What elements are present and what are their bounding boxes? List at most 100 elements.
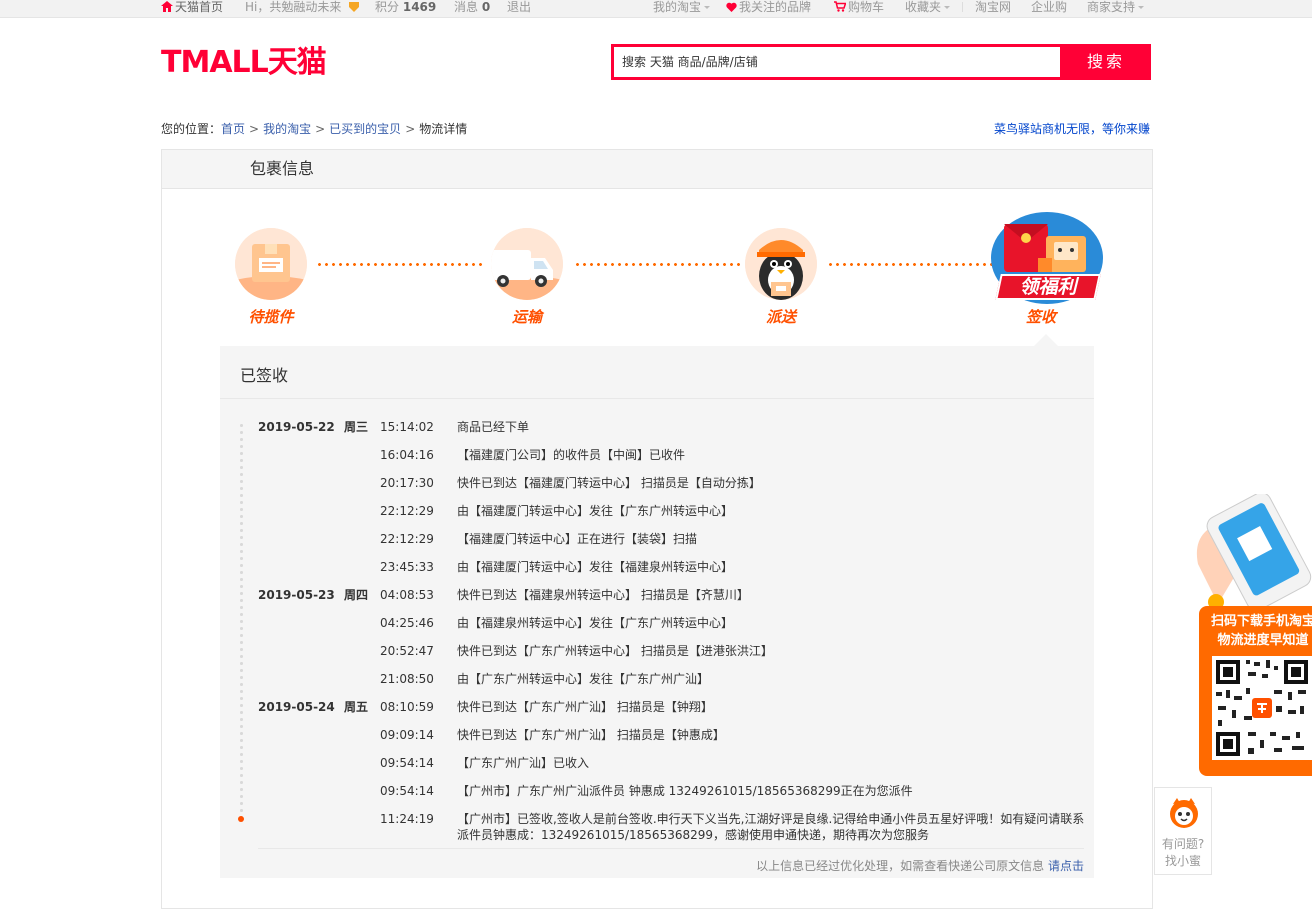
user-greeting[interactable]: Hi，共勉融动未来 — [245, 0, 362, 14]
app-download-promo[interactable]: 扫码下载手机淘宝 物流进度早知道 — [1188, 494, 1312, 778]
tracking-time: 09:09:14 — [380, 728, 434, 742]
favorites-menu[interactable]: 收藏夹 — [905, 0, 951, 14]
tracking-description: 由【福建泉州转运中心】发往【广东广州转运中心】 — [457, 616, 734, 630]
tracking-time: 11:24:19 — [380, 812, 434, 826]
points-link[interactable]: 积分 1469 — [375, 0, 436, 14]
tracking-description: 商品已经下单 — [457, 420, 530, 434]
tracking-date: 2019-05-22 — [258, 420, 335, 434]
tracking-time: 20:52:47 — [380, 644, 434, 658]
breadcrumb-my-taobao[interactable]: 我的淘宝 — [263, 122, 311, 136]
promo-text: 扫码下载手机淘宝 物流进度早知道 — [1203, 612, 1312, 650]
qr-code — [1212, 656, 1312, 760]
active-step-pointer — [1034, 334, 1058, 346]
tracking-time: 22:12:29 — [380, 504, 434, 518]
cart-label: 购物车 — [848, 0, 885, 14]
cainiao-ad-link[interactable]: 菜鸟驿站商机无限，等你来赚 — [994, 120, 1150, 137]
tmall-logo-graphic: TMALL天猫 — [161, 45, 327, 80]
tracking-description: 【福建厦门公司】的收件员【中闽】已收件 — [457, 448, 686, 462]
search-box — [611, 44, 1063, 80]
breadcrumb-current: 物流详情 — [419, 122, 468, 136]
tracking-weekday: 周三 — [344, 420, 369, 434]
step-label-pending-pickup: 待揽件 — [248, 308, 294, 326]
messages-count: 0 — [481, 0, 491, 14]
tracking-time: 04:08:53 — [380, 588, 434, 602]
step-signed-icon[interactable]: 领福利 — [990, 212, 1106, 306]
messages-label: 消息 — [454, 0, 479, 14]
taobao-link[interactable]: 淘宝网 — [975, 0, 1011, 14]
breadcrumb-prefix: 您的位置： — [161, 122, 222, 136]
tracking-description: 快件已到达【广东广州广汕】 扫描员是【钟惠成】 — [457, 728, 725, 742]
merchant-support-menu[interactable]: 商家支持 — [1087, 0, 1145, 14]
search-button[interactable]: 搜索 — [1061, 44, 1151, 80]
tracking-description: 【广州市】已签收,签收人是前台签收.申行天下义当先,江湖好评是良缘.记得给申通小… — [457, 812, 1085, 842]
points-value: 1469 — [402, 0, 437, 14]
tracking-footer: 以上信息已经过优化处理，如需查看快递公司原文信息 请点击 — [756, 857, 1084, 874]
tracking-description: 快件已到达【广东广州广汕】 扫描员是【钟翔】 — [457, 700, 713, 714]
tracking-time: 09:54:14 — [380, 784, 434, 798]
tracking-status: 已签收 — [240, 366, 289, 385]
step-transport-icon — [491, 228, 563, 300]
tracking-description: 快件已到达【广东广州转运中心】 扫描员是【进港张洪江】 — [457, 644, 773, 658]
cart-link[interactable]: 购物车 — [834, 0, 884, 14]
tracking-description: 由【广东广州转运中心】发往【广东广州广汕】 — [457, 672, 710, 686]
promo-card: 扫码下载手机淘宝 物流进度早知道 — [1199, 606, 1312, 776]
step-pending-pickup-icon — [235, 228, 307, 300]
chevron-down-icon — [1138, 6, 1145, 9]
merchant-support-label: 商家支持 — [1087, 0, 1136, 14]
divider — [258, 848, 1084, 849]
home-link[interactable]: 天猫首页 — [161, 0, 223, 14]
tracking-time: 09:54:14 — [380, 756, 434, 770]
my-taobao-menu[interactable]: 我的淘宝 — [653, 0, 711, 14]
tracking-time: 20:17:30 — [380, 476, 434, 490]
tracking-date: 2019-05-24 — [258, 700, 335, 714]
search-bar: 搜索 — [611, 44, 1151, 80]
tracking-footer-text: 以上信息已经过优化处理，如需查看快递公司原文信息 — [756, 859, 1045, 873]
logout-link[interactable]: 退出 — [507, 0, 531, 14]
breadcrumb-separator: > — [315, 122, 326, 136]
current-status-dot — [238, 816, 244, 822]
tracking-time: 23:45:33 — [380, 560, 434, 574]
top-nav-bar: 天猫首页 Hi，共勉融动未来 积分 1469 消息 0 退出 我的淘宝 我关注的… — [0, 0, 1312, 18]
help-text: 有问题? 找小蜜 — [1155, 836, 1211, 870]
phone-hand-icon — [1196, 494, 1312, 611]
original-info-link[interactable]: 请点击 — [1048, 859, 1084, 873]
tracking-time: 04:25:46 — [380, 616, 434, 630]
divider — [962, 2, 963, 12]
tmall-logo[interactable]: TMALL天猫 — [161, 44, 341, 80]
tracking-description: 由【福建厦门转运中心】发往【广东广州转运中心】 — [457, 504, 734, 518]
favorites-label: 收藏夹 — [905, 0, 942, 14]
tracking-time: 16:04:16 — [380, 448, 434, 462]
cart-icon — [834, 1, 846, 12]
breadcrumb-separator: > — [405, 122, 416, 136]
breadcrumb-home[interactable]: 首页 — [221, 122, 245, 136]
messages-link[interactable]: 消息 0 — [454, 0, 490, 14]
tracking-weekday: 周五 — [344, 700, 369, 714]
chevron-down-icon — [704, 6, 711, 9]
breadcrumb: 您的位置：首页 > 我的淘宝 > 已买到的宝贝 > 物流详情 — [161, 120, 467, 137]
tracking-description: 由【福建厦门转运中心】发往【福建泉州转运中心】 — [457, 560, 734, 574]
step-label-signed: 签收 — [1025, 308, 1056, 326]
step-connector — [316, 263, 486, 266]
search-input[interactable] — [614, 47, 1054, 77]
tracking-box: 已签收 2019-05-22 周三 15:14:02 商品已经下单 16:04:16 【福… — [220, 346, 1094, 878]
help-assistant-button[interactable]: 有问题? 找小蜜 — [1154, 787, 1212, 875]
tracking-description: 快件已到达【福建厦门转运中心】 扫描员是【自动分拣】 — [457, 476, 761, 490]
tracking-description: 【广州市】广东广州广汕派件员 钟惠成 13249261015/185653682… — [457, 784, 913, 798]
divider — [220, 398, 1094, 399]
tracking-weekday: 周四 — [344, 588, 369, 602]
promo-line1: 扫码下载手机淘宝 — [1210, 614, 1312, 629]
step-label-transport: 运输 — [511, 308, 542, 326]
panel-title: 包裹信息 — [162, 150, 1152, 189]
assistant-icon — [1170, 798, 1198, 828]
timeline-line — [240, 422, 243, 820]
brands-link[interactable]: 我关注的品牌 — [726, 0, 811, 14]
points-label: 积分 — [375, 0, 400, 14]
tracking-description: 【福建厦门转运中心】正在进行【装袋】扫描 — [457, 532, 698, 546]
breadcrumb-bought-items[interactable]: 已买到的宝贝 — [329, 122, 401, 136]
chevron-down-icon — [944, 6, 951, 9]
promo-line2: 物流进度早知道 — [1217, 633, 1309, 648]
step-connector — [574, 263, 742, 266]
vip-badge-icon — [349, 2, 360, 12]
enterprise-link[interactable]: 企业购 — [1031, 0, 1067, 14]
tracking-date: 2019-05-23 — [258, 588, 335, 602]
